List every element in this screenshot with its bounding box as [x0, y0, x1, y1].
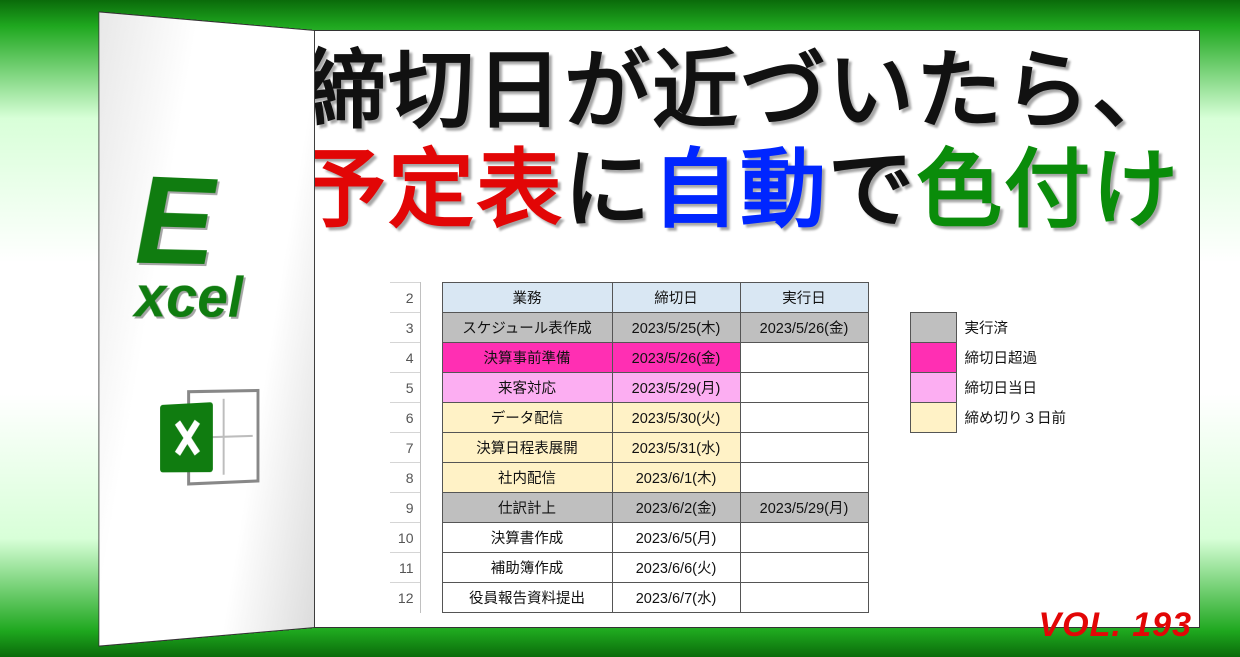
done-cell — [740, 433, 868, 463]
legend-swatch — [910, 373, 956, 403]
headline-line1: 締切日が近づいたら、 — [300, 43, 1180, 139]
excel-icon — [155, 385, 263, 491]
legend-swatch — [910, 343, 956, 373]
task-cell: 来客対応 — [442, 373, 612, 403]
task-cell: スケジュール表作成 — [442, 313, 612, 343]
done-cell: 2023/5/26(金) — [740, 313, 868, 343]
deadline-cell: 2023/5/26(金) — [612, 343, 740, 373]
deadline-cell: 2023/5/25(木) — [612, 313, 740, 343]
done-cell: 2023/5/29(月) — [740, 493, 868, 523]
task-cell: 決算書作成 — [442, 523, 612, 553]
deadline-cell: 2023/6/1(木) — [612, 463, 740, 493]
deadline-cell: 2023/6/5(月) — [612, 523, 740, 553]
thumbnail-frame: 締切日が近づいたら、 予定表に自動で色付け E xcel 2 業務締切日実行日 3ス… — [0, 0, 1240, 657]
task-cell: 補助簿作成 — [442, 553, 612, 583]
done-cell — [740, 523, 868, 553]
deadline-cell: 2023/6/2(金) — [612, 493, 740, 523]
headline-word-schedule: 予定表 — [300, 142, 564, 238]
row-header: 11 — [390, 553, 420, 583]
row-header: 5 — [390, 373, 420, 403]
done-cell — [740, 553, 868, 583]
legend-label: 実行済 — [956, 313, 1084, 343]
brand-letter-e: E — [135, 166, 215, 275]
task-cell: 社内配信 — [442, 463, 612, 493]
done-cell — [740, 373, 868, 403]
brand-letters-xcel: xcel — [135, 271, 244, 321]
schedule-table: 2 業務締切日実行日 3 スケジュール表作成2023/5/25(木)2023/5/26… — [390, 282, 1084, 613]
deadline-cell: 2023/5/30(火) — [612, 403, 740, 433]
col-header-done: 実行日 — [740, 283, 868, 313]
row-header: 9 — [390, 493, 420, 523]
row-header: 3 — [390, 313, 420, 343]
legend-swatch — [910, 313, 956, 343]
col-header-deadline: 締切日 — [612, 283, 740, 313]
task-cell: データ配信 — [442, 403, 612, 433]
volume-label: VOL. 193 — [1038, 606, 1192, 645]
row-header: 2 — [390, 283, 420, 313]
legend-label: 締め切り３日前 — [956, 403, 1084, 433]
headline-particle-de: で — [828, 142, 916, 238]
headline-word-color: 色付け — [916, 142, 1180, 238]
row-header: 8 — [390, 463, 420, 493]
done-cell — [740, 403, 868, 433]
row-header: 7 — [390, 433, 420, 463]
task-cell: 決算日程表展開 — [442, 433, 612, 463]
legend-label: 締切日当日 — [956, 373, 1084, 403]
done-cell — [740, 343, 868, 373]
brand-wordmark: E xcel — [135, 166, 283, 324]
row-header: 6 — [390, 403, 420, 433]
headline-particle-ni: に — [564, 142, 652, 238]
deadline-cell: 2023/5/31(水) — [612, 433, 740, 463]
row-header: 4 — [390, 343, 420, 373]
done-cell — [740, 463, 868, 493]
legend-swatch — [910, 403, 956, 433]
deadline-cell: 2023/6/6(火) — [612, 553, 740, 583]
row-header: 10 — [390, 523, 420, 553]
headline: 締切日が近づいたら、 予定表に自動で色付け — [300, 42, 1180, 240]
task-cell: 仕訳計上 — [442, 493, 612, 523]
brand-door: E xcel — [98, 11, 315, 646]
deadline-cell: 2023/5/29(月) — [612, 373, 740, 403]
col-header-task: 業務 — [442, 283, 612, 313]
headline-word-auto: 自動 — [652, 142, 828, 238]
task-cell: 決算事前準備 — [442, 343, 612, 373]
legend-label: 締切日超過 — [956, 343, 1084, 373]
